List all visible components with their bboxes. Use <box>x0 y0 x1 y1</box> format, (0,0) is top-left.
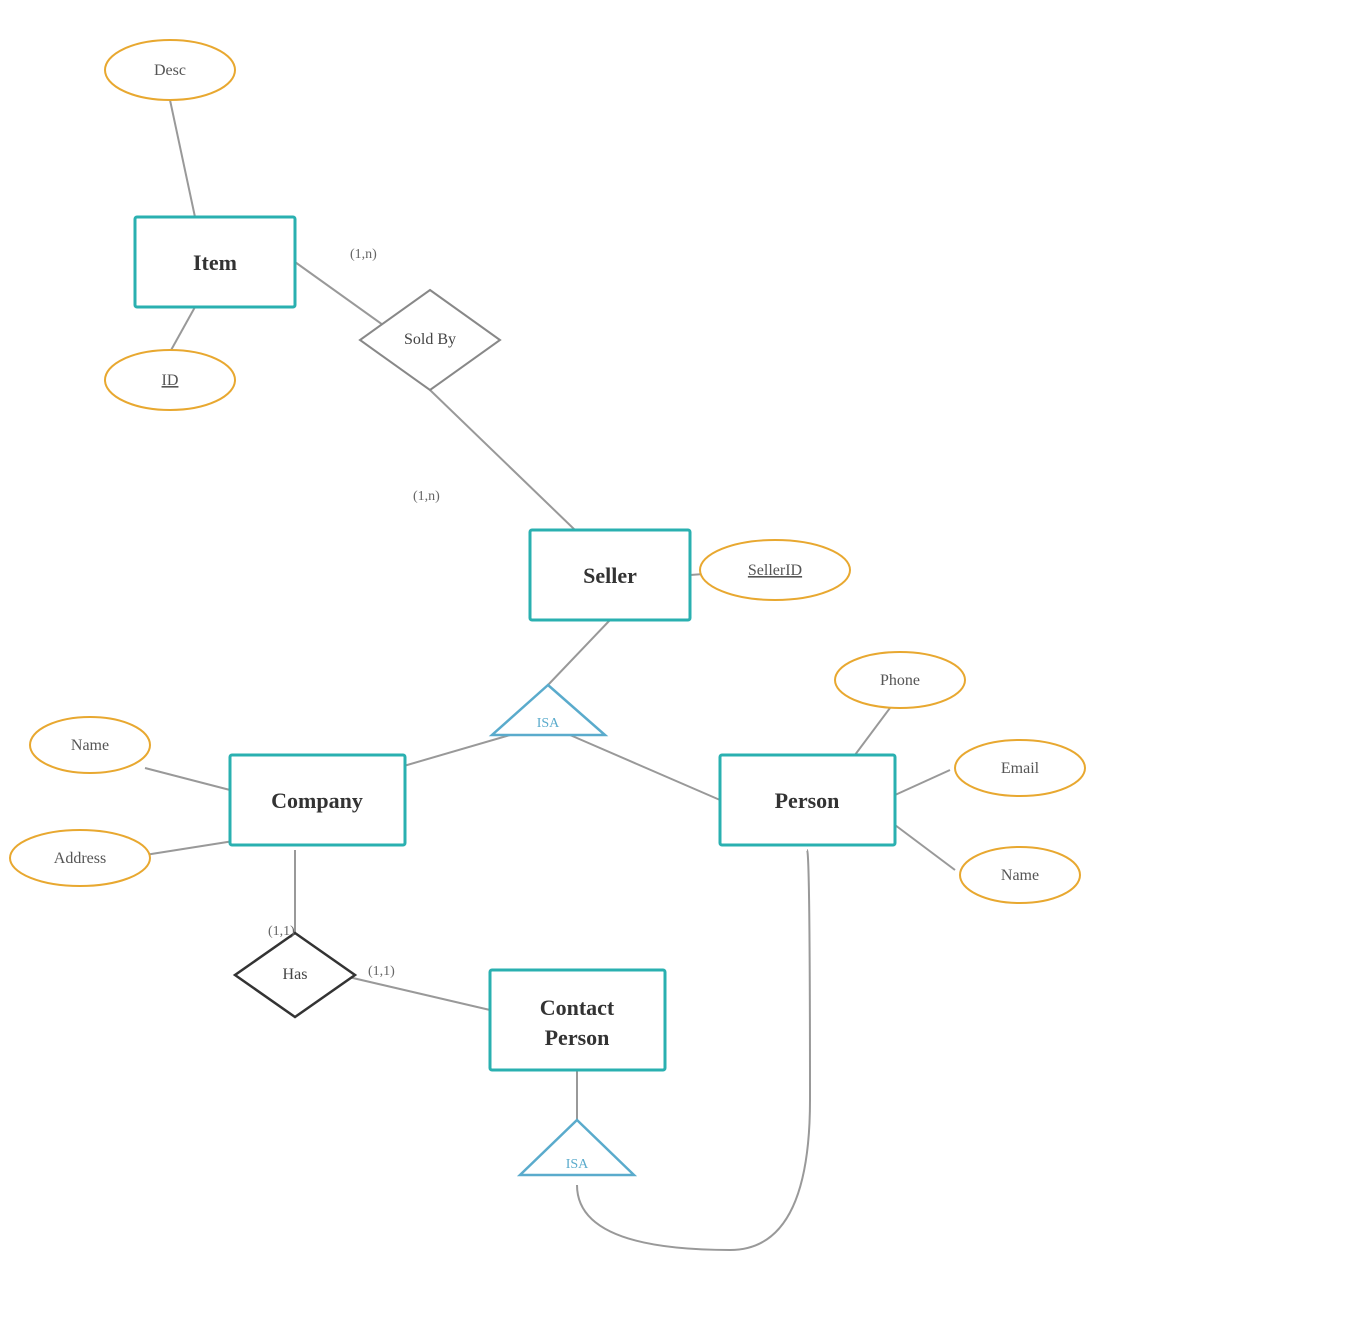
entity-contact-person-label2: Person <box>545 1025 610 1050</box>
line-item-id <box>170 307 195 352</box>
line-isa1-company <box>390 735 510 770</box>
cardinality-soldby-seller: (1,n) <box>413 489 440 504</box>
cardinality-item-soldby: (1,n) <box>350 247 377 262</box>
line-isa1-person <box>570 735 720 800</box>
entity-seller-label: Seller <box>583 563 637 588</box>
attr-company-name-label: Name <box>71 737 109 754</box>
line-person-name <box>895 825 955 870</box>
isa-triangle-2-label: ISA <box>566 1157 589 1172</box>
entity-contact-person-label: Contact <box>540 995 615 1020</box>
attr-item-id-label: ID <box>162 372 179 389</box>
entity-company-label: Company <box>271 788 363 813</box>
isa-triangle-1-label: ISA <box>537 716 560 731</box>
attr-desc-label: Desc <box>154 62 186 79</box>
cardinality-has-contact: (1,1) <box>368 964 395 979</box>
line-desc-item <box>170 100 195 217</box>
entity-contact-person <box>490 970 665 1070</box>
attr-company-address-label: Address <box>54 850 106 867</box>
cardinality-company-has: (1,1) <box>268 924 295 939</box>
entity-item-label: Item <box>193 250 237 275</box>
relationship-sold-by-label: Sold By <box>404 331 456 348</box>
relationship-has-label: Has <box>283 966 308 983</box>
attr-seller-id-label: SellerID <box>748 562 802 579</box>
line-company-address <box>145 840 240 855</box>
line-person-email <box>895 770 950 795</box>
attr-person-phone-label: Phone <box>880 672 920 689</box>
line-item-soldby <box>295 262 390 330</box>
line-seller-isa1 <box>548 620 610 685</box>
attr-person-email-label: Email <box>1001 760 1040 777</box>
entity-person-label: Person <box>775 788 840 813</box>
line-has-contact <box>340 975 490 1010</box>
line-soldby-seller <box>430 390 575 530</box>
line-company-name <box>145 768 230 790</box>
attr-person-name-label: Name <box>1001 867 1039 884</box>
